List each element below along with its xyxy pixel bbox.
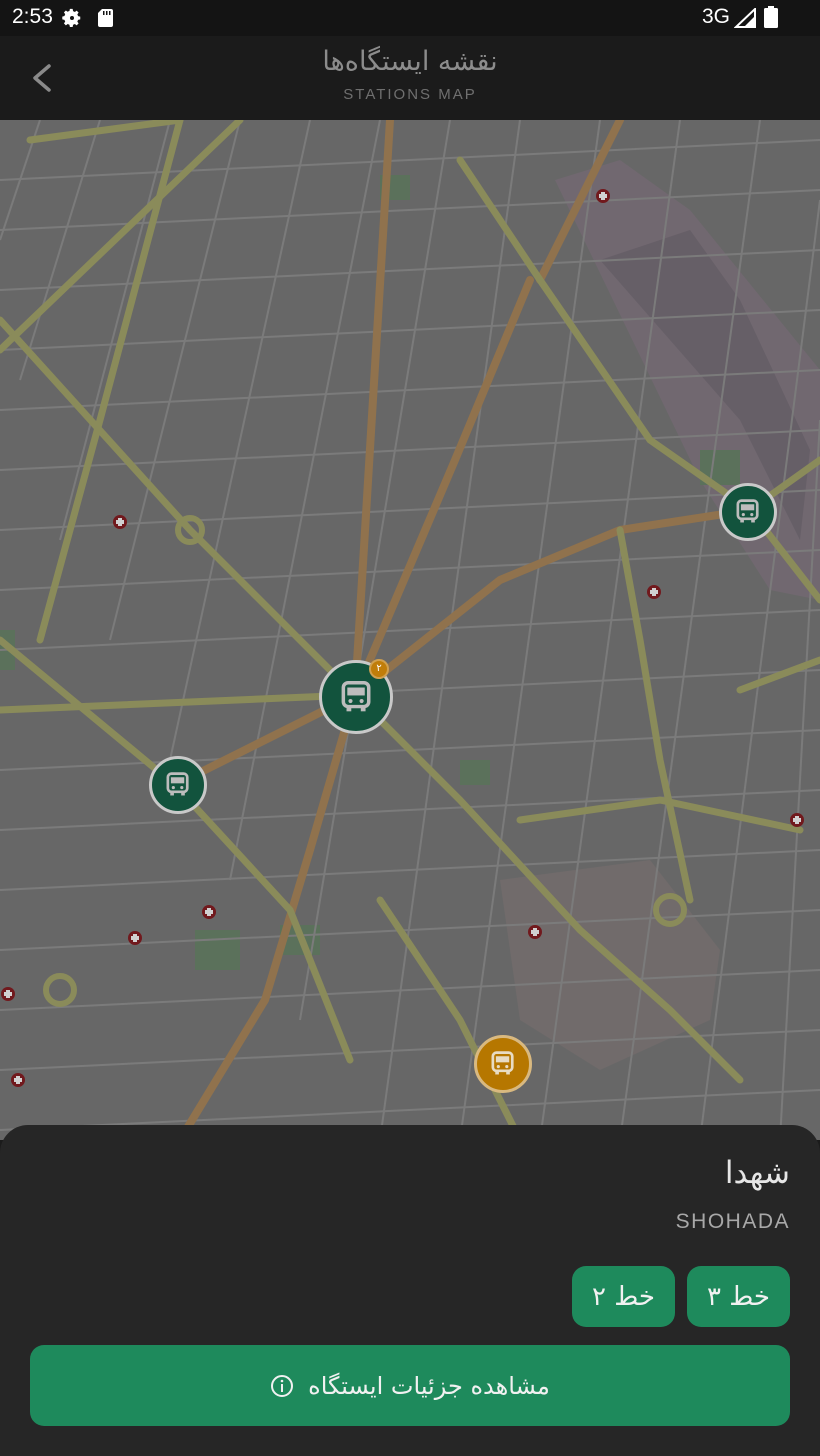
- station-lines: خط ۳ خط ۲: [572, 1266, 790, 1327]
- stations-map[interactable]: ۲: [0, 120, 820, 1140]
- bus-icon: [341, 680, 371, 712]
- info-icon: [271, 1374, 294, 1397]
- status-time: 2:53: [12, 5, 53, 28]
- station-name-en: SHOHADA: [675, 1210, 790, 1233]
- station-line-badge: ۲: [369, 659, 389, 679]
- bus-icon: [736, 499, 760, 523]
- details-button-label: مشاهده جزئیات ایستگاه: [308, 1371, 550, 1400]
- station-marker-highlighted[interactable]: [474, 1035, 532, 1093]
- page-subtitle: STATIONS MAP: [343, 86, 477, 103]
- station-name: شهدا: [724, 1155, 790, 1191]
- bus-icon: [166, 772, 190, 796]
- station-marker[interactable]: [719, 483, 777, 541]
- view-station-details-button[interactable]: مشاهده جزئیات ایستگاه: [30, 1345, 790, 1426]
- line-chip[interactable]: خط ۳: [687, 1266, 790, 1327]
- network-type: 3G: [702, 5, 731, 28]
- page-title: نقشه ایستگاه‌ها: [322, 46, 498, 77]
- app-bar: نقشه ایستگاه‌ها STATIONS MAP: [0, 36, 820, 120]
- battery-icon: [764, 6, 778, 28]
- station-marker[interactable]: [149, 756, 207, 814]
- signal-icon: [734, 8, 756, 28]
- map-base[interactable]: [0, 120, 820, 1140]
- sd-card-icon: [98, 9, 113, 27]
- station-bottom-sheet: شهدا SHOHADA خط ۳ خط ۲ مشاهده جزئیات ایس…: [0, 1125, 820, 1456]
- status-bar: 2:53 3G: [0, 0, 820, 36]
- line-chip[interactable]: خط ۲: [572, 1266, 675, 1327]
- settings-gear-icon: [62, 8, 81, 27]
- bus-icon: [491, 1051, 515, 1075]
